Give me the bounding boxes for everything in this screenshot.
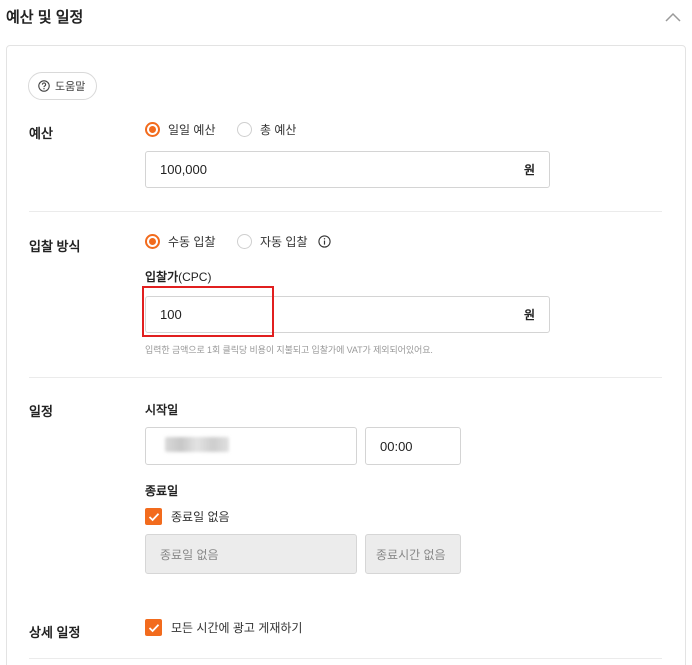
start-time-input[interactable]: 00:00 — [365, 427, 461, 465]
help-circle-icon — [38, 80, 50, 92]
radio-indicator — [237, 122, 252, 137]
bidding-method-label: 입찰 방식 — [29, 239, 81, 254]
auto-bid-label: 자동 입찰 — [260, 235, 308, 249]
manual-bid-radio[interactable]: 수동 입찰 — [145, 233, 216, 250]
end-time-placeholder: 종료시간 없음 — [376, 547, 446, 562]
bid-price-label-cpc: (CPC) — [178, 270, 212, 284]
budget-unit: 원 — [523, 163, 535, 177]
chevron-up-icon — [665, 12, 681, 22]
collapse-button[interactable] — [664, 10, 682, 22]
checkbox-box — [145, 508, 162, 525]
help-button-label: 도움말 — [55, 81, 86, 93]
no-end-date-checkbox[interactable]: 종료일 없음 — [145, 508, 230, 525]
all-time-ads-checkbox[interactable]: 모든 시간에 광고 게재하기 — [145, 619, 302, 636]
radio-indicator — [145, 122, 160, 137]
radio-indicator — [145, 234, 160, 249]
highlight-box — [142, 286, 274, 337]
bid-price-hint: 입력한 금액으로 1회 클릭당 비용이 지불되고 입찰가에 VAT가 제외되어있… — [145, 345, 433, 355]
total-budget-label: 총 예산 — [260, 123, 297, 137]
manual-bid-label: 수동 입찰 — [168, 235, 216, 249]
budget-value: 100,000 — [160, 162, 207, 177]
checkmark-icon — [148, 512, 159, 521]
detail-schedule-label: 상세 일정 — [29, 625, 81, 640]
divider — [29, 377, 662, 378]
auto-bid-radio[interactable]: 자동 입찰 — [237, 233, 331, 250]
all-time-ads-label: 모든 시간에 광고 게재하기 — [171, 621, 303, 635]
end-time-input: 종료시간 없음 — [365, 534, 461, 574]
bid-price-label-bold: 입찰가 — [145, 270, 179, 284]
checkbox-box — [145, 619, 162, 636]
budget-label: 예산 — [29, 126, 53, 141]
bid-price-unit: 원 — [523, 308, 535, 322]
info-icon[interactable] — [317, 235, 331, 248]
end-date-label: 종료일 — [145, 484, 179, 498]
no-end-date-label: 종료일 없음 — [171, 510, 230, 524]
start-time-value: 00:00 — [380, 438, 413, 454]
help-button[interactable]: 도움말 — [28, 72, 98, 100]
end-date-input: 종료일 없음 — [145, 534, 357, 574]
schedule-label: 일정 — [29, 404, 53, 419]
start-date-label: 시작일 — [145, 403, 179, 417]
section-title: 예산 및 일정 — [6, 9, 84, 26]
start-date-value-blurred — [165, 437, 229, 452]
bid-price-label: 입찰가(CPC) — [145, 268, 211, 285]
daily-budget-radio[interactable]: 일일 예산 — [145, 121, 216, 138]
divider — [29, 658, 662, 659]
daily-budget-label: 일일 예산 — [168, 123, 216, 137]
end-date-placeholder: 종료일 없음 — [160, 547, 219, 562]
divider — [29, 211, 662, 212]
total-budget-radio[interactable]: 총 예산 — [237, 121, 296, 138]
budget-input[interactable]: 100,000 원 — [145, 151, 550, 188]
checkmark-icon — [148, 623, 159, 632]
radio-indicator — [237, 234, 252, 249]
